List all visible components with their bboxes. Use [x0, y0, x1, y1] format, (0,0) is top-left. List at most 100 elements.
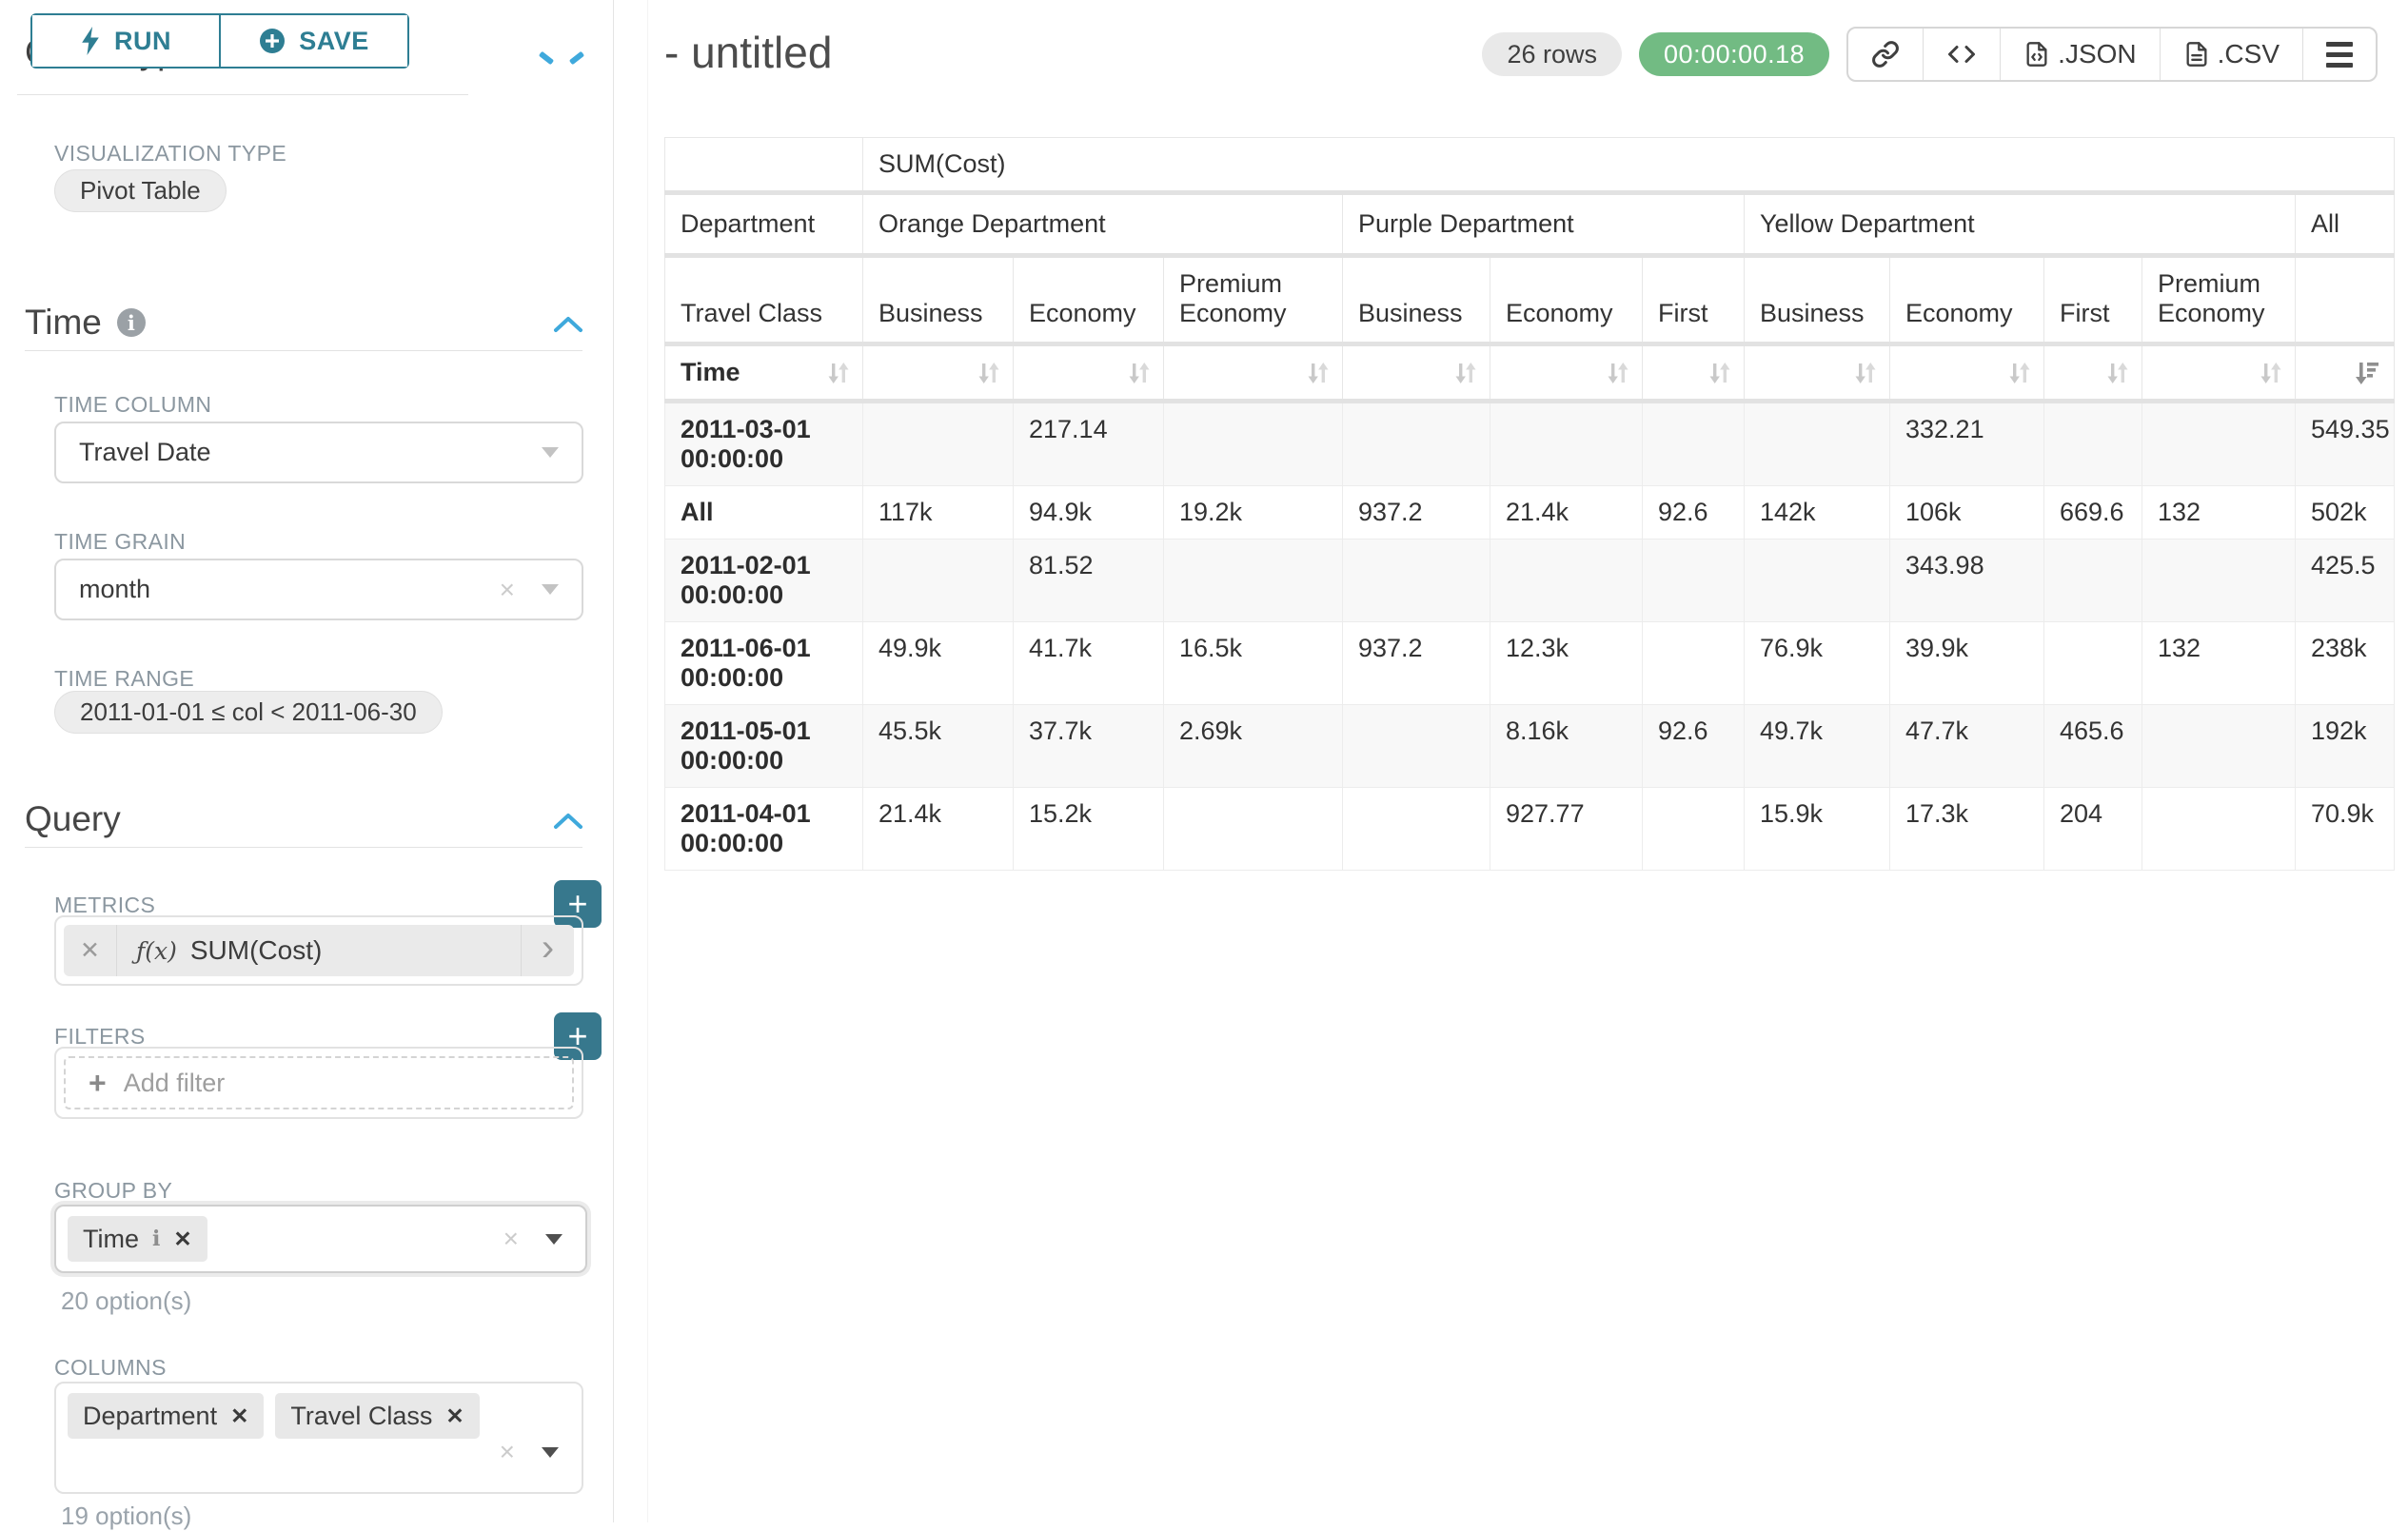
column-sort-header[interactable] [1164, 344, 1343, 402]
travel-class-header: Premium Economy [1164, 256, 1343, 344]
sort-icon[interactable] [2105, 360, 2130, 386]
row-count-badge: 26 rows [1482, 32, 1622, 76]
value-cell [863, 402, 1014, 486]
chart-type-collapse-icon[interactable] [569, 51, 584, 66]
sort-icon[interactable] [977, 360, 1001, 386]
value-cell: 669.6 [2044, 486, 2142, 540]
chevron-down-icon [542, 584, 559, 595]
sort-icon[interactable] [1707, 360, 1732, 386]
divider [25, 350, 582, 351]
value-cell: 502k [2296, 486, 2395, 540]
time-section-header: Time i [25, 303, 146, 343]
value-cell [2044, 540, 2142, 622]
value-cell: 41.7k [1014, 622, 1164, 705]
chevron-right-icon[interactable]: › [521, 925, 574, 976]
file-text-icon [2183, 40, 2210, 69]
table-row: 2011-05-01 00:00:0045.5k37.7k2.69k8.16k9… [665, 705, 2395, 788]
remove-tag-icon[interactable]: ✕ [230, 1403, 248, 1429]
query-section-collapse-icon[interactable] [552, 811, 584, 832]
row-dimension-sort-header[interactable]: Time [665, 344, 863, 402]
value-cell: 465.6 [2044, 705, 2142, 788]
remove-tag-icon[interactable]: ✕ [173, 1227, 191, 1252]
pivot-table-container: SUM(Cost)DepartmentOrange DepartmentPurp… [664, 137, 2395, 871]
add-filter-placeholder: Add filter [124, 1069, 226, 1098]
department-group-header: Orange Department [863, 193, 1343, 256]
travel-class-header: Business [1343, 256, 1490, 344]
value-cell: 192k [2296, 705, 2395, 788]
sort-icon[interactable] [826, 360, 851, 386]
value-cell: 94.9k [1014, 486, 1164, 540]
time-grain-label: TIME GRAIN [54, 529, 186, 555]
visualization-type-pill[interactable]: Pivot Table [54, 169, 227, 212]
column-sort-header[interactable] [1890, 344, 2044, 402]
column-sort-header[interactable] [2044, 344, 2142, 402]
value-cell [1745, 540, 1890, 622]
metric-header-cell: SUM(Cost) [863, 138, 2395, 193]
control-sidebar: Chart Type RUN SAVE VISUALIZATION TYPE P… [0, 0, 614, 1522]
group-by-options-hint: 20 option(s) [61, 1286, 191, 1316]
column-sort-header[interactable] [1343, 344, 1490, 402]
time-column-select[interactable]: Travel Date [54, 422, 583, 483]
column-sort-header[interactable] [2296, 344, 2395, 402]
sort-icon[interactable] [2259, 360, 2283, 386]
sort-icon[interactable] [1606, 360, 1630, 386]
sort-icon[interactable] [1306, 360, 1331, 386]
clear-icon[interactable]: × [503, 1224, 519, 1254]
export-json-button[interactable]: .JSON [2000, 29, 2159, 80]
columns-select[interactable]: Department ✕ Travel Class ✕ × [54, 1382, 583, 1494]
column-sort-header[interactable] [863, 344, 1014, 402]
row-header-cell: 2011-06-01 00:00:00 [665, 622, 863, 705]
value-cell [1164, 788, 1343, 871]
sort-icon[interactable] [1453, 360, 1478, 386]
column-sort-header[interactable] [1745, 344, 1890, 402]
columns-tag: Department ✕ [68, 1393, 264, 1439]
menu-icon [2326, 42, 2353, 68]
view-query-button[interactable] [1923, 29, 2000, 80]
value-cell [1164, 402, 1343, 486]
value-cell [2044, 402, 2142, 486]
row-header-cell: 2011-02-01 00:00:00 [665, 540, 863, 622]
add-filter-dropzone[interactable]: + Add filter [64, 1056, 574, 1109]
group-by-select[interactable]: Time i ✕ × [54, 1205, 587, 1273]
share-link-button[interactable] [1848, 29, 1923, 80]
sort-icon[interactable] [1853, 360, 1878, 386]
remove-tag-icon[interactable]: ✕ [445, 1403, 464, 1429]
clear-icon[interactable]: × [500, 575, 515, 605]
column-subdimension-label: Travel Class [665, 256, 863, 344]
value-cell: 70.9k [2296, 788, 2395, 871]
metric-pill[interactable]: ✕ ƒ(x) SUM(Cost) › [64, 925, 574, 976]
more-options-button[interactable] [2302, 29, 2376, 80]
column-sort-header[interactable] [1014, 344, 1164, 402]
value-cell: 49.7k [1745, 705, 1890, 788]
value-cell [1490, 402, 1643, 486]
chevron-down-icon [542, 1447, 559, 1458]
time-section-title: Time [25, 303, 102, 343]
function-icon: ƒ(x) [136, 937, 177, 965]
time-range-pill[interactable]: 2011-01-01 ≤ col < 2011-06-30 [54, 691, 443, 734]
run-button[interactable]: RUN [32, 15, 219, 67]
time-section-collapse-icon[interactable] [552, 314, 584, 335]
clear-icon[interactable]: × [500, 1437, 515, 1467]
row-header-cell: All [665, 486, 863, 540]
sort-icon[interactable] [1127, 360, 1152, 386]
visualization-type-label: VISUALIZATION TYPE [54, 141, 286, 167]
export-csv-button[interactable]: .CSV [2160, 29, 2302, 80]
save-button[interactable]: SAVE [219, 15, 407, 67]
value-cell: 21.4k [1490, 486, 1643, 540]
remove-metric-icon[interactable]: ✕ [64, 925, 117, 976]
value-cell: 16.5k [1164, 622, 1343, 705]
travel-class-header: Business [1745, 256, 1890, 344]
column-sort-header[interactable] [1490, 344, 1643, 402]
time-grain-select[interactable]: month × [54, 559, 583, 620]
chart-type-collapse-icon[interactable] [539, 51, 554, 66]
group-by-label: GROUP BY [54, 1178, 172, 1204]
value-cell [2142, 402, 2296, 486]
corner-cell [665, 138, 863, 193]
sort-descending-icon[interactable] [2354, 360, 2382, 386]
value-cell [1643, 788, 1745, 871]
column-dimension-label: Department [665, 193, 863, 256]
metrics-label: METRICS [54, 893, 155, 918]
sort-icon[interactable] [2007, 360, 2032, 386]
column-sort-header[interactable] [1643, 344, 1745, 402]
column-sort-header[interactable] [2142, 344, 2296, 402]
